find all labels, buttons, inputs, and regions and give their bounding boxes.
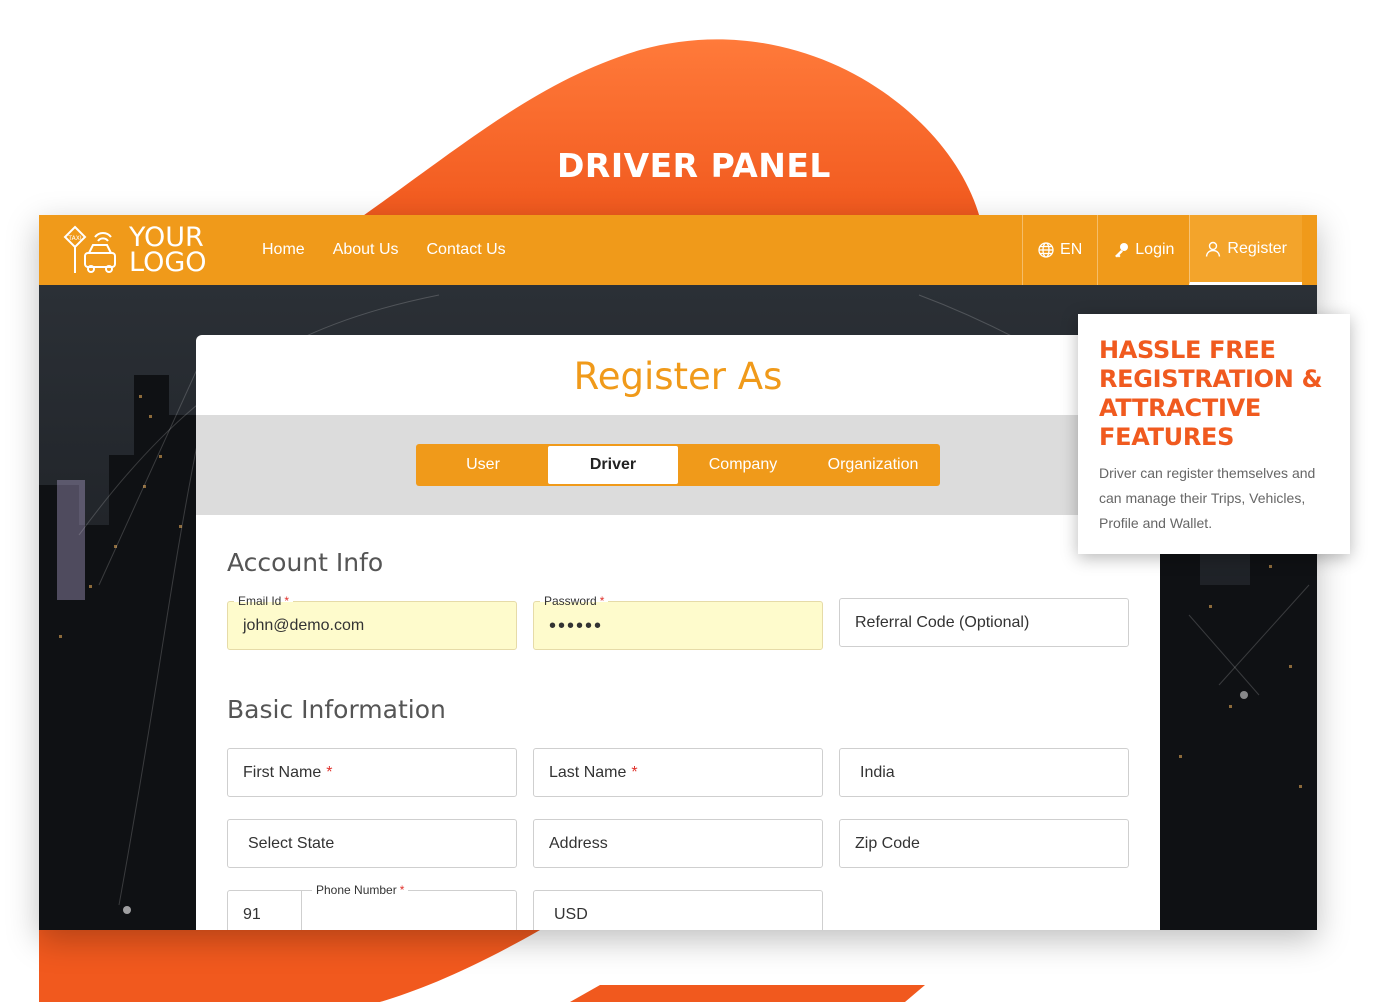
- promo-title: HASSLE FREE REGISTRATION & ATTRACTIVE FE…: [1099, 336, 1323, 451]
- account-info-heading: Account Info: [227, 548, 384, 577]
- password-field[interactable]: Password * ••••••: [533, 593, 823, 650]
- email-label: Email Id *: [234, 593, 294, 609]
- email-field[interactable]: Email Id * john@demo.com: [227, 593, 517, 650]
- nav-links: Home About Us Contact Us: [262, 215, 506, 285]
- register-card: Register As User Driver Company Organiza…: [196, 335, 1160, 930]
- user-icon: [1206, 241, 1221, 257]
- last-name-field[interactable]: Last Name *: [533, 748, 823, 797]
- phone-label: Phone Number *: [312, 882, 409, 898]
- panel-title: DRIVER PANEL: [557, 146, 831, 185]
- logo-text: YOUR LOGO: [129, 224, 207, 278]
- tab-company[interactable]: Company: [678, 446, 808, 484]
- password-value: ••••••: [549, 614, 604, 637]
- tab-organization[interactable]: Organization: [808, 446, 938, 484]
- key-icon: [1115, 243, 1129, 258]
- nav-right: EN Login Register: [1022, 215, 1302, 285]
- login-label: Login: [1135, 241, 1175, 258]
- promo-callout: HASSLE FREE REGISTRATION & ATTRACTIVE FE…: [1078, 314, 1350, 554]
- promo-text: Driver can register themselves and can m…: [1099, 465, 1316, 531]
- register-button[interactable]: Register: [1189, 215, 1302, 285]
- state-value: Select State: [248, 834, 335, 852]
- logo-line-2: LOGO: [129, 247, 207, 278]
- basic-info-heading: Basic Information: [227, 695, 446, 724]
- tab-user[interactable]: User: [418, 446, 548, 484]
- country-select[interactable]: India: [839, 748, 1129, 797]
- register-type-tabs: User Driver Company Organization: [416, 444, 940, 486]
- nav-link-about-us[interactable]: About Us: [333, 241, 399, 259]
- tab-driver[interactable]: Driver: [548, 446, 678, 484]
- referral-code-field[interactable]: Referral Code (Optional): [839, 598, 1129, 647]
- first-name-field[interactable]: First Name *: [227, 748, 517, 797]
- login-button[interactable]: Login: [1097, 215, 1189, 285]
- logo-badge-text: TAXI: [67, 235, 81, 242]
- password-label: Password *: [540, 593, 609, 609]
- nav-link-home[interactable]: Home: [262, 241, 305, 259]
- zip-code-field[interactable]: Zip Code: [839, 819, 1129, 868]
- state-select[interactable]: Select State: [227, 819, 517, 868]
- nav-link-contact-us[interactable]: Contact Us: [427, 241, 506, 259]
- top-navbar: TAXI YOUR LOGO Home About Us Contact Us: [39, 215, 1317, 285]
- tabs-strip: User Driver Company Organization: [196, 415, 1160, 515]
- last-name-placeholder: Last Name: [549, 763, 627, 781]
- language-selector[interactable]: EN: [1022, 215, 1097, 285]
- globe-icon: [1038, 242, 1054, 258]
- address-placeholder: Address: [549, 834, 608, 852]
- country-value: India: [860, 763, 895, 781]
- referral-placeholder: Referral Code (Optional): [855, 613, 1030, 631]
- phone-number-field[interactable]: 91 Phone Number *: [227, 882, 517, 930]
- address-field[interactable]: Address: [533, 819, 823, 868]
- currency-value: USD: [554, 905, 588, 923]
- taxi-icon: TAXI: [63, 225, 116, 273]
- currency-select[interactable]: USD: [533, 890, 823, 930]
- logo[interactable]: TAXI YOUR LOGO: [61, 223, 221, 277]
- first-name-placeholder: First Name: [243, 763, 322, 781]
- phone-country-code[interactable]: 91: [228, 891, 302, 930]
- language-label: EN: [1060, 241, 1083, 258]
- zip-placeholder: Zip Code: [855, 834, 920, 852]
- register-title: Register As: [573, 355, 783, 398]
- register-label: Register: [1227, 239, 1287, 257]
- email-value: john@demo.com: [243, 616, 365, 634]
